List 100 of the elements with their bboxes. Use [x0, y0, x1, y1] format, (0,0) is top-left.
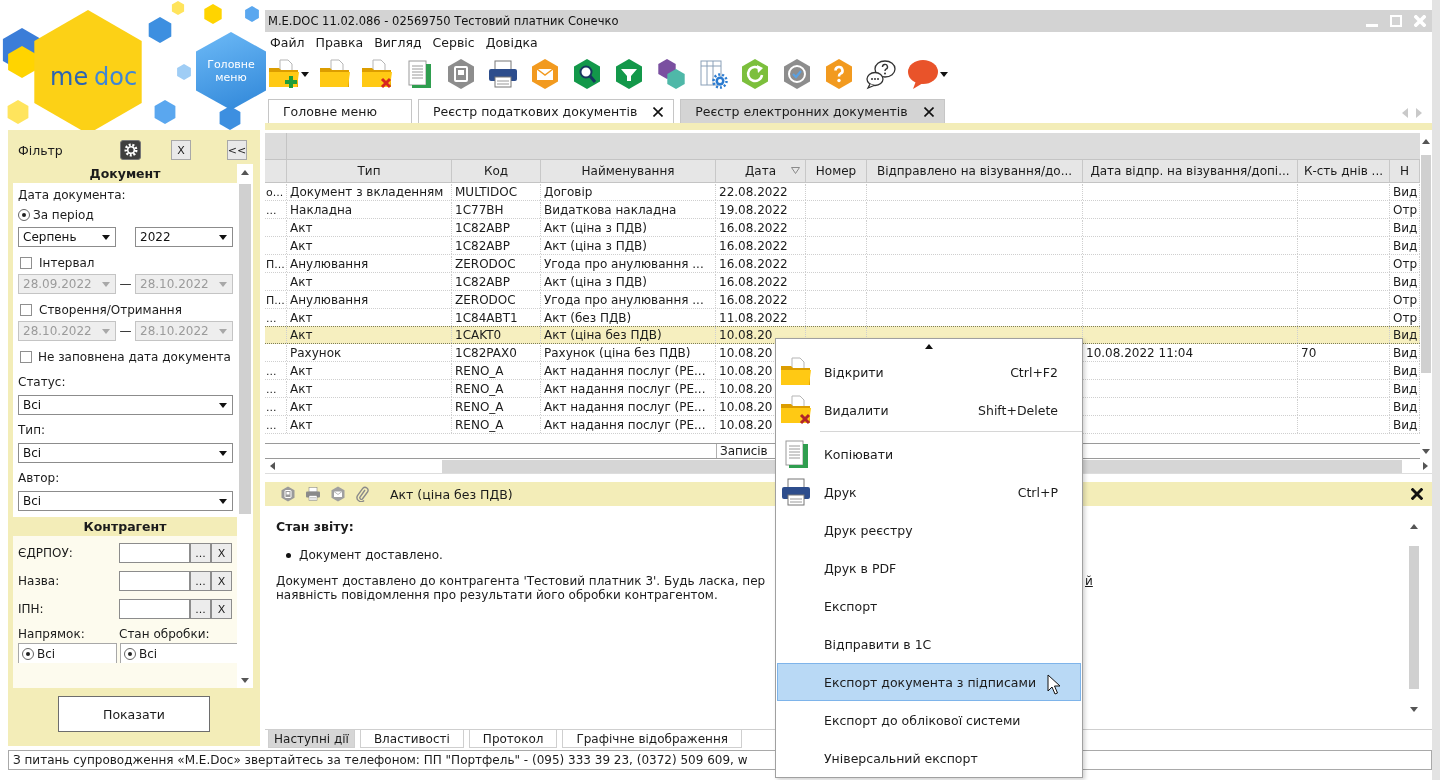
scroll-left-icon[interactable]: [269, 462, 275, 470]
menu-item[interactable]: Друк реєстру: [777, 511, 1081, 549]
column-header[interactable]: Дата відпр. на візування/допі...: [1083, 160, 1298, 182]
menu-item[interactable]: Експорт: [777, 587, 1081, 625]
caret-icon[interactable]: [219, 450, 227, 456]
input-field[interactable]: [119, 599, 190, 619]
clear-button[interactable]: X: [211, 571, 232, 591]
table-row[interactable]: о... Документ з вкладенням MULTIDOC Договір 22.08.2022 Вид: [265, 183, 1420, 201]
browse-button[interactable]: ...: [190, 571, 211, 591]
caret-icon[interactable]: [102, 234, 110, 240]
table-row[interactable]: Акт 1C82ABP Акт (ціна з ПДВ) 16.08.2022 Вид: [265, 237, 1420, 255]
scroll-down-icon[interactable]: [241, 677, 249, 683]
radio-button[interactable]: [124, 647, 136, 660]
speech-bubble-icon[interactable]: [907, 58, 939, 90]
help-icon[interactable]: [823, 58, 855, 90]
input-field[interactable]: [119, 571, 190, 591]
table-row[interactable]: П... Анулювання ZERODOC Угода про анулювання ... 16.08.2022 Отр: [265, 291, 1420, 309]
menu-item[interactable]: Друк Ctrl+P: [777, 473, 1081, 511]
caret-icon[interactable]: [219, 234, 227, 240]
table-row[interactable]: Акт 1C82ABP Акт (ціна з ПДВ) 16.08.2022 Вид: [265, 219, 1420, 237]
checkbox[interactable]: [20, 304, 32, 316]
table-row[interactable]: ... Акт 1C84ABT1 Акт (без ПДВ) 11.08.2022 Отр: [265, 309, 1420, 327]
search-icon[interactable]: [571, 58, 603, 90]
scroll-up-icon[interactable]: [1410, 523, 1418, 529]
paperclip-icon[interactable]: [355, 486, 369, 502]
checkbox[interactable]: [20, 351, 32, 363]
tab[interactable]: Протокол: [468, 730, 558, 748]
close-button[interactable]: X: [171, 140, 191, 160]
table-settings-icon[interactable]: [697, 58, 729, 90]
menu-item[interactable]: Видалити Shift+Delete: [777, 391, 1081, 429]
scrollbar-thumb[interactable]: [239, 184, 251, 514]
dropdown[interactable]: Всі: [18, 491, 233, 511]
browse-button[interactable]: ...: [190, 599, 211, 619]
column-header[interactable]: Найменування: [541, 160, 716, 182]
column-header[interactable]: К-сть днів ...: [1298, 160, 1390, 182]
filter-icon[interactable]: [613, 58, 645, 90]
dropdown[interactable]: 2022: [135, 227, 233, 247]
tab[interactable]: Наступні дії: [268, 730, 355, 748]
dropdown[interactable]: Всі: [18, 443, 233, 463]
clear-button[interactable]: X: [211, 599, 232, 619]
column-header[interactable]: Дата: [716, 160, 806, 182]
column-header[interactable]: Тип: [287, 160, 452, 182]
column-header[interactable]: Відправлено на візування/до...: [867, 160, 1083, 182]
checkbox[interactable]: [20, 257, 32, 269]
table-row[interactable]: Акт 1CAKT0 Акт (ціна без ПДВ) 10.08.20 Вид: [265, 326, 1420, 344]
settings-button[interactable]: [120, 140, 141, 160]
caret-icon[interactable]: [219, 498, 227, 504]
printer-icon[interactable]: [487, 58, 519, 90]
menu-item[interactable]: Правка: [314, 33, 365, 51]
menu-item[interactable]: Сервіс: [431, 33, 476, 51]
radio-button[interactable]: [22, 647, 34, 660]
browse-button[interactable]: ...: [190, 543, 211, 563]
envelope-icon[interactable]: [330, 486, 346, 502]
caret-icon[interactable]: [940, 71, 948, 77]
scrollbar-thumb[interactable]: [1409, 546, 1419, 689]
input-field[interactable]: [119, 543, 190, 563]
scrollbar-thumb[interactable]: [1421, 155, 1431, 373]
table-row[interactable]: П... Анулювання ZERODOC Угода про анулювання ... 16.08.2022 Отр: [265, 255, 1420, 273]
radio-label[interactable]: За період: [33, 208, 94, 222]
column-header[interactable]: Код: [452, 160, 541, 182]
menu-item[interactable]: Відправити в 1С: [777, 625, 1081, 663]
scroll-up-icon[interactable]: [241, 169, 249, 175]
caret-icon[interactable]: [219, 402, 227, 408]
tab[interactable]: Реєстр електронних документів: [680, 99, 945, 123]
scroll-down-icon[interactable]: [1410, 706, 1418, 712]
collapse-button[interactable]: <<: [227, 140, 247, 160]
radio-button[interactable]: [18, 209, 30, 221]
refresh-icon[interactable]: [739, 58, 771, 90]
folder-icon[interactable]: [319, 58, 351, 90]
menu-item[interactable]: Експорт до облікової системи: [777, 701, 1081, 739]
link[interactable]: й: [1085, 574, 1093, 588]
column-header[interactable]: Номер: [806, 160, 867, 182]
close-icon[interactable]: [923, 106, 934, 117]
menu-item[interactable]: Друк в PDF: [777, 549, 1081, 587]
radio-label[interactable]: Всі: [139, 646, 158, 661]
dropdown[interactable]: Серпень: [18, 227, 116, 247]
clear-button[interactable]: X: [211, 543, 232, 563]
menu-item[interactable]: Довідка: [484, 33, 539, 51]
envelope-icon[interactable]: [529, 58, 561, 90]
scroll-up-icon[interactable]: [1422, 138, 1430, 144]
table-row[interactable]: ... Накладна 1C77BH Видаткова накладна 19.08.2022 Отр: [265, 201, 1420, 219]
hexagons-icon[interactable]: [655, 58, 687, 90]
tab[interactable]: Реєстр податкових документів: [418, 99, 675, 123]
close-icon[interactable]: [653, 106, 664, 117]
menu-item[interactable]: Файл: [269, 33, 306, 51]
checkbox-label[interactable]: Інтервал: [39, 256, 95, 270]
scroll-right-icon[interactable]: [1422, 462, 1428, 470]
folder-delete-icon[interactable]: [361, 58, 393, 90]
table-row[interactable]: Акт 1C82ABP Акт (ціна з ПДВ) 16.08.2022 Вид: [265, 273, 1420, 291]
menu-item[interactable]: Експорт документа з підписами: [777, 663, 1081, 701]
caret-icon[interactable]: [301, 71, 309, 77]
tab[interactable]: Головне меню: [268, 99, 412, 123]
tab[interactable]: Графічне відображення: [562, 730, 742, 748]
checkbox-label[interactable]: Створення/Отримання: [39, 303, 182, 317]
scrollbar[interactable]: [237, 164, 253, 688]
checkbox-label[interactable]: Не заповнена дата документа: [38, 350, 231, 364]
scroll-down-icon[interactable]: [1422, 448, 1430, 454]
sort-down-icon[interactable]: [791, 167, 800, 174]
menu-item[interactable]: Копіювати: [777, 435, 1081, 473]
chat-question-icon[interactable]: [865, 58, 897, 90]
